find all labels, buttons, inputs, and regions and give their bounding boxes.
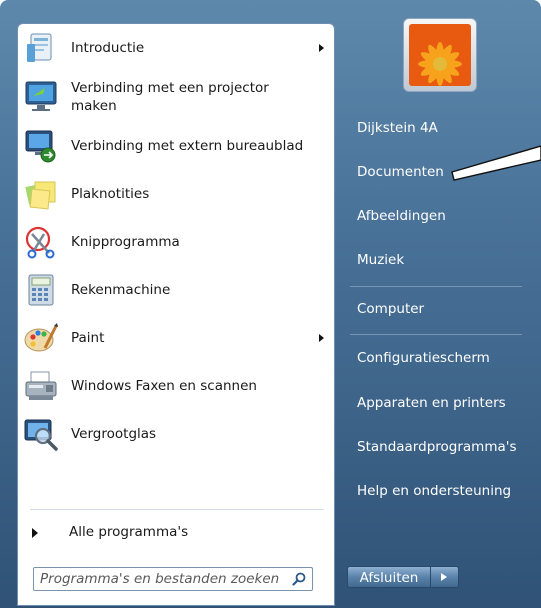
program-label: Introductie: [71, 40, 145, 56]
place-control-panel[interactable]: Configuratiescherm: [350, 341, 528, 375]
program-label: Windows Faxen en scannen: [71, 378, 257, 394]
place-user-folder[interactable]: Dijkstein 4A: [350, 111, 528, 145]
scissors-icon: [25, 226, 55, 259]
submenu-arrow-icon: [319, 44, 324, 52]
place-default-programs[interactable]: Standaardprogramma's: [350, 430, 528, 464]
program-item-paint[interactable]: Paint: [20, 318, 332, 358]
program-label: Plaknotities: [71, 186, 150, 202]
chevron-right-icon: [441, 573, 447, 581]
all-programs-label: Alle programma's: [69, 524, 189, 540]
program-item-introductie[interactable]: Introductie: [20, 30, 332, 66]
program-item-projector[interactable]: Verbinding met een projector maken: [20, 76, 332, 116]
place-documents[interactable]: Documenten: [350, 155, 528, 189]
program-item-snipping-tool[interactable]: Knipprogramma: [20, 222, 332, 262]
program-item-fax-scan[interactable]: Windows Faxen en scannen: [20, 366, 332, 406]
fax-scanner-icon: [25, 371, 57, 400]
paint-palette-icon: [24, 323, 58, 352]
divider: [30, 509, 324, 510]
program-item-calculator[interactable]: Rekenmachine: [20, 270, 332, 310]
place-help-support[interactable]: Help en ondersteuning: [350, 474, 528, 508]
program-label: Verbinding met extern bureaublad: [71, 138, 304, 154]
search-input[interactable]: [40, 570, 280, 588]
magnifier-icon: [24, 419, 58, 451]
getting-started-icon: [27, 33, 52, 62]
program-label: Rekenmachine: [71, 282, 171, 298]
projector-icon: [25, 81, 57, 111]
program-label: Verbinding met een projector maken: [71, 80, 269, 114]
start-menu: Introductie Verbinding met een projector…: [0, 0, 541, 608]
program-label: Knipprogramma: [71, 234, 180, 250]
program-item-magnifier[interactable]: Vergrootglas: [20, 414, 332, 454]
sticky-notes-icon: [25, 181, 56, 210]
remote-desktop-icon: [25, 130, 56, 163]
place-computer[interactable]: Computer: [350, 292, 528, 326]
programs-pane: Introductie Verbinding met een projector…: [17, 23, 335, 606]
shutdown-button[interactable]: Afsluiten: [347, 566, 431, 588]
flower-icon: [409, 24, 471, 86]
submenu-arrow-icon: [319, 334, 324, 342]
search-box[interactable]: [33, 567, 313, 591]
place-pictures[interactable]: Afbeeldingen: [350, 199, 528, 233]
calculator-icon: [28, 274, 54, 306]
program-item-sticky-notes[interactable]: Plaknotities: [20, 174, 332, 214]
program-label: Paint: [71, 330, 105, 346]
expand-arrow-icon: [32, 528, 38, 538]
user-avatar[interactable]: [403, 18, 477, 92]
all-programs-button[interactable]: Alle programma's: [30, 521, 324, 545]
place-music[interactable]: Muziek: [350, 243, 528, 277]
shutdown-options-button[interactable]: [431, 566, 459, 588]
search-icon[interactable]: [292, 572, 306, 586]
program-item-remote-desktop[interactable]: Verbinding met extern bureaublad: [20, 126, 332, 166]
divider: [350, 286, 522, 287]
divider: [350, 334, 522, 335]
program-label: Vergrootglas: [71, 426, 157, 442]
avatar-image: [409, 24, 471, 86]
place-devices-printers[interactable]: Apparaten en printers: [350, 386, 528, 420]
